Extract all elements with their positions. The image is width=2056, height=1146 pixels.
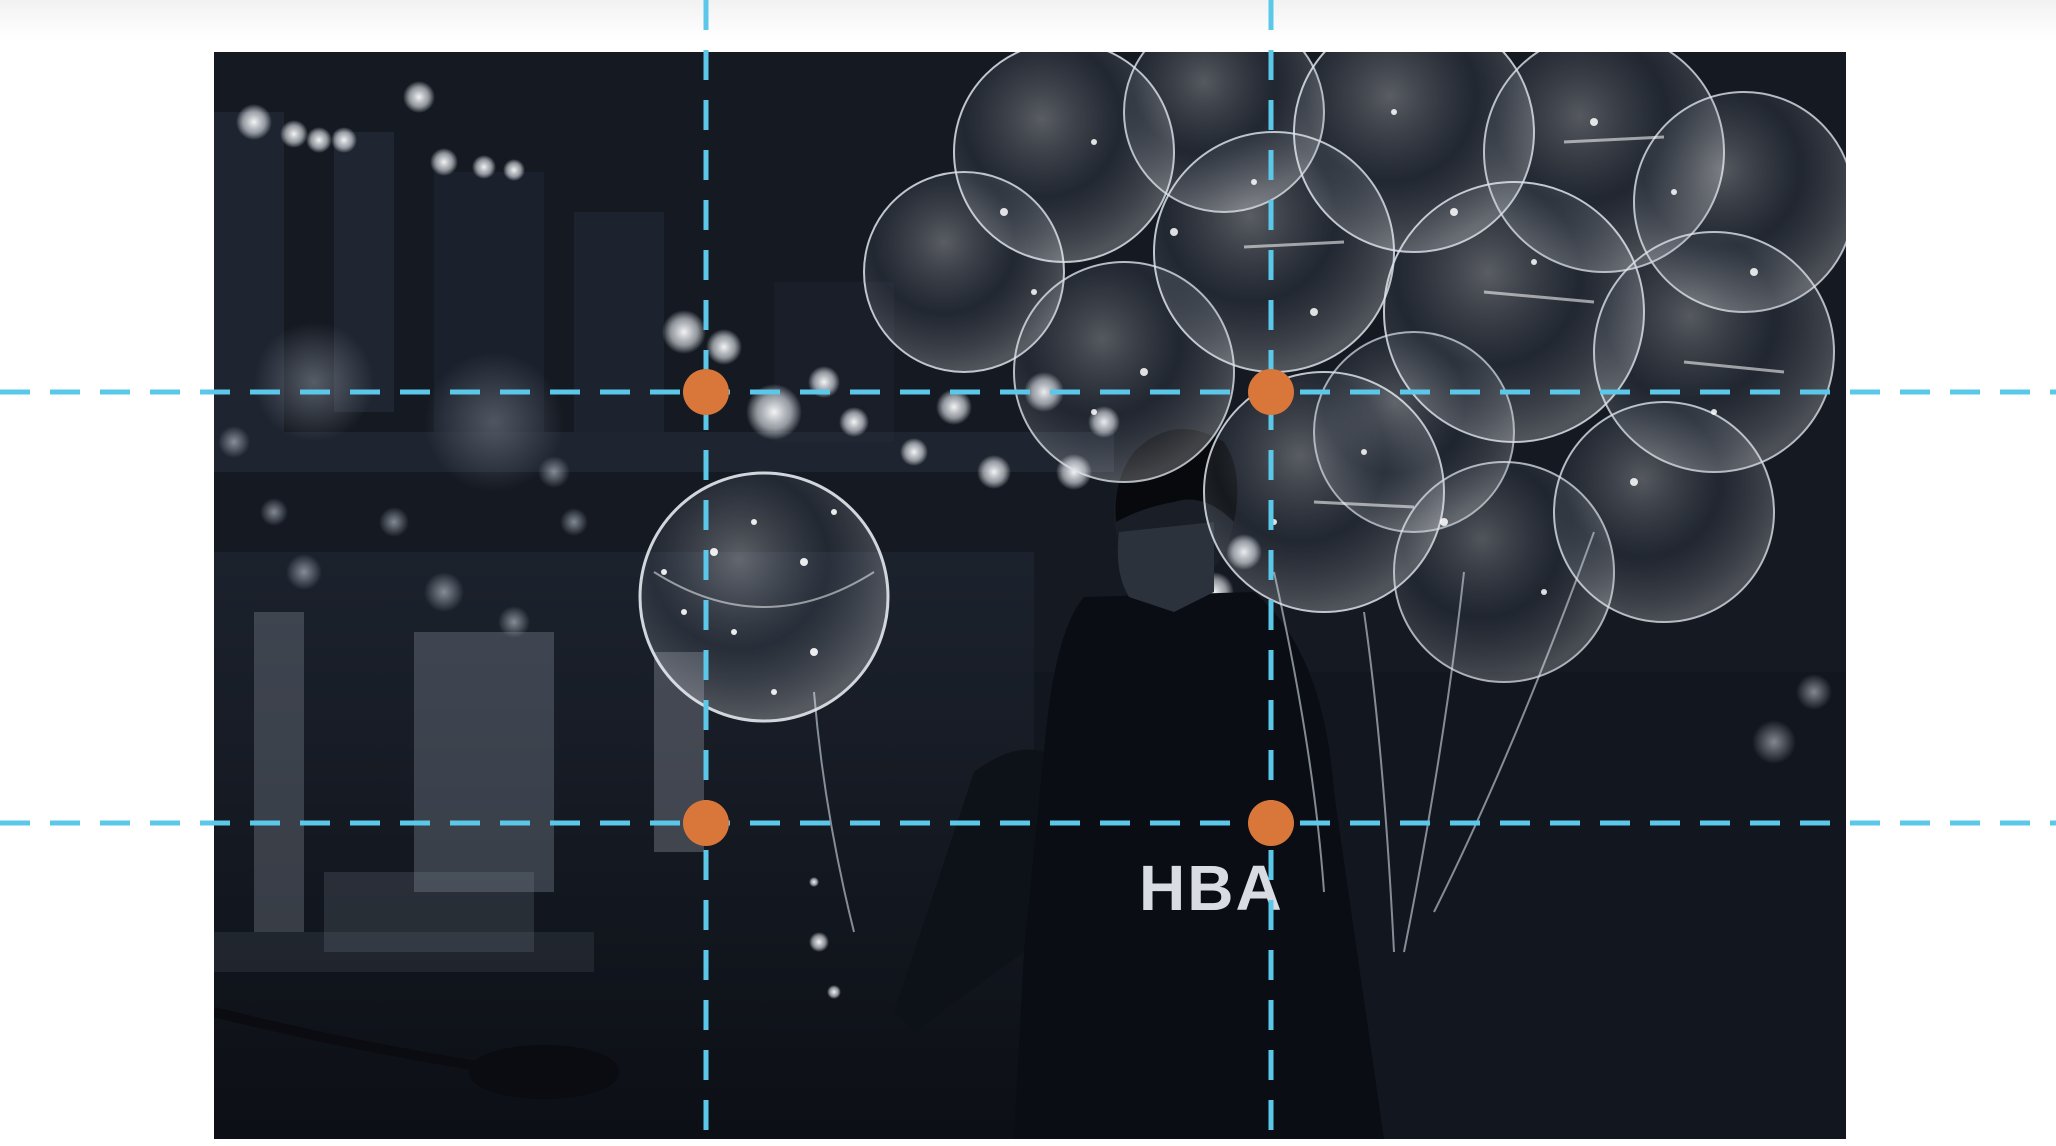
photo-scene: HBA: [214, 52, 1846, 1139]
single-balloon: [638, 471, 890, 723]
jacket-lettering: HBA: [1139, 852, 1284, 924]
slide-canvas: HBA: [0, 0, 2056, 1146]
night-street-photo: HBA: [214, 52, 1846, 1139]
